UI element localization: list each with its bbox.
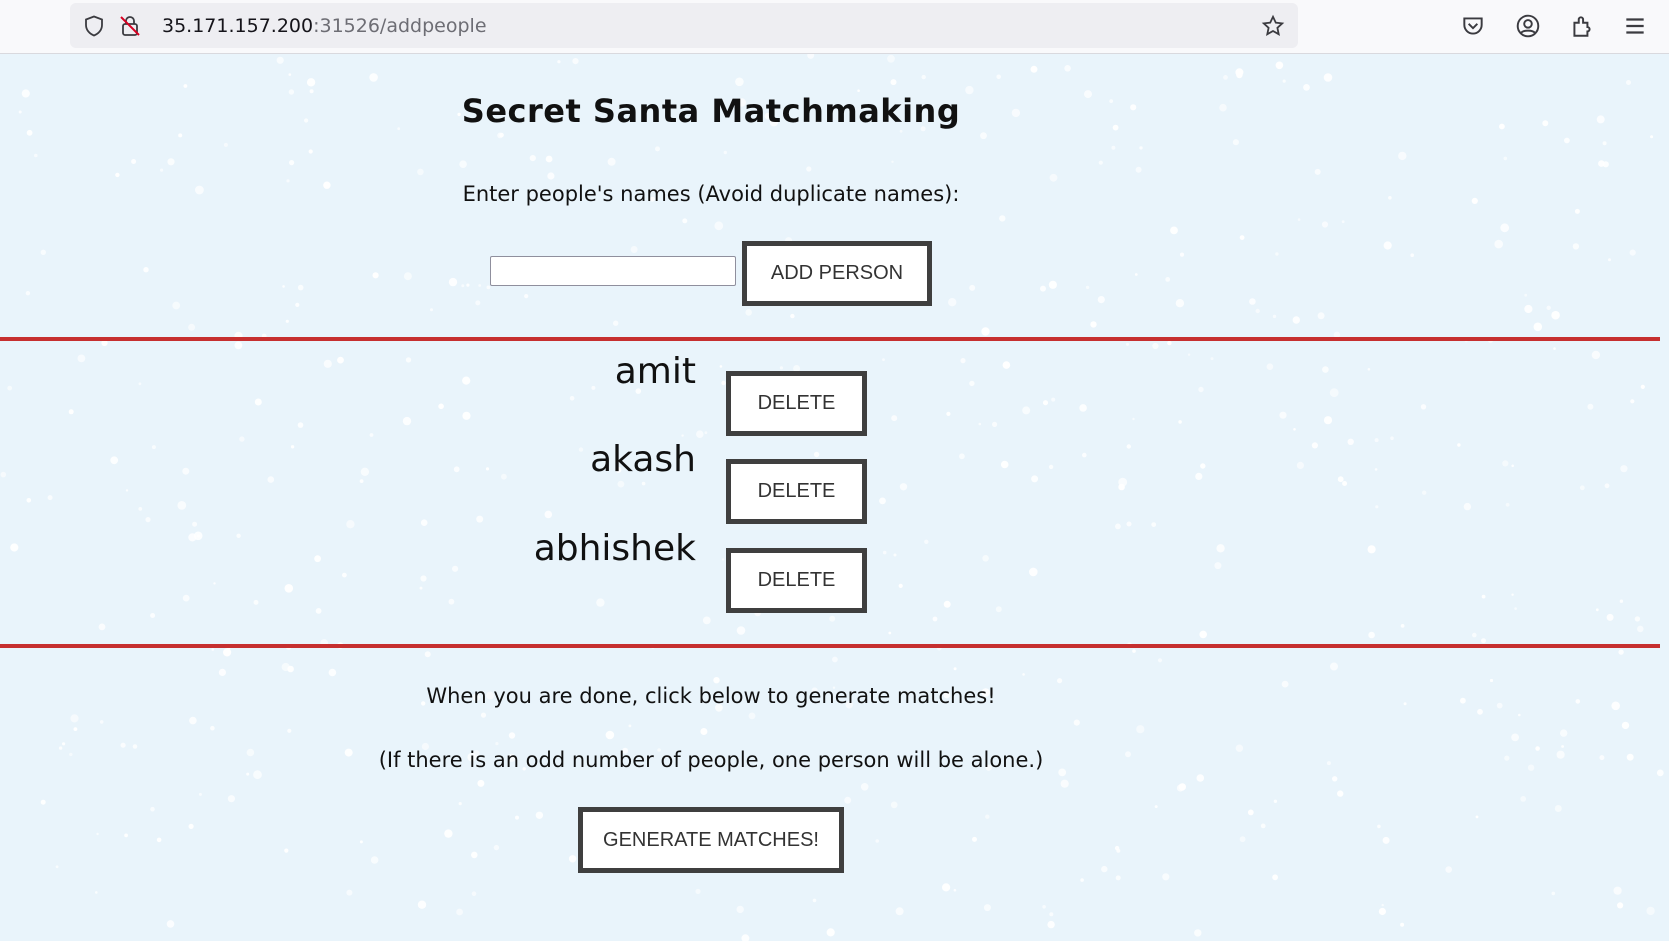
account-icon[interactable] — [1515, 13, 1541, 39]
instructions-text: Enter people's names (Avoid duplicate na… — [462, 182, 960, 206]
divider-bottom — [0, 644, 1660, 648]
address-bar[interactable]: 35.171.157.200:31526/addpeople — [70, 3, 1298, 48]
shield-icon[interactable] — [82, 14, 106, 38]
secret-santa-app: Secret Santa Matchmaking Enter people's … — [0, 54, 1669, 941]
divider-top — [0, 337, 1660, 341]
insecure-connection-icon[interactable] — [118, 14, 142, 38]
browser-toolbar: 35.171.157.200:31526/addpeople — [0, 0, 1669, 54]
generate-matches-button[interactable]: GENERATE MATCHES! — [578, 807, 844, 873]
url-text[interactable]: 35.171.157.200:31526/addpeople — [162, 15, 487, 37]
done-text: When you are done, click below to genera… — [426, 684, 996, 708]
odd-number-note: (If there is an odd number of people, on… — [378, 748, 1044, 772]
extensions-icon[interactable] — [1569, 13, 1595, 39]
delete-button[interactable]: DELETE — [726, 548, 867, 613]
delete-button[interactable]: DELETE — [726, 459, 867, 524]
delete-button[interactable]: DELETE — [726, 371, 867, 436]
url-path: :31526/addpeople — [313, 15, 487, 37]
pocket-icon[interactable] — [1460, 13, 1486, 39]
name-input[interactable] — [490, 256, 736, 286]
page-title: Secret Santa Matchmaking — [461, 92, 961, 130]
add-person-button[interactable]: ADD PERSON — [742, 241, 932, 306]
menu-icon[interactable] — [1622, 13, 1648, 39]
person-name: amit — [614, 351, 696, 392]
person-name: akash — [590, 439, 696, 480]
person-name: abhishek — [533, 528, 696, 569]
page-viewport: Secret Santa Matchmaking Enter people's … — [0, 54, 1669, 941]
url-host: 35.171.157.200 — [162, 15, 314, 37]
bookmark-star-icon[interactable] — [1261, 14, 1285, 38]
